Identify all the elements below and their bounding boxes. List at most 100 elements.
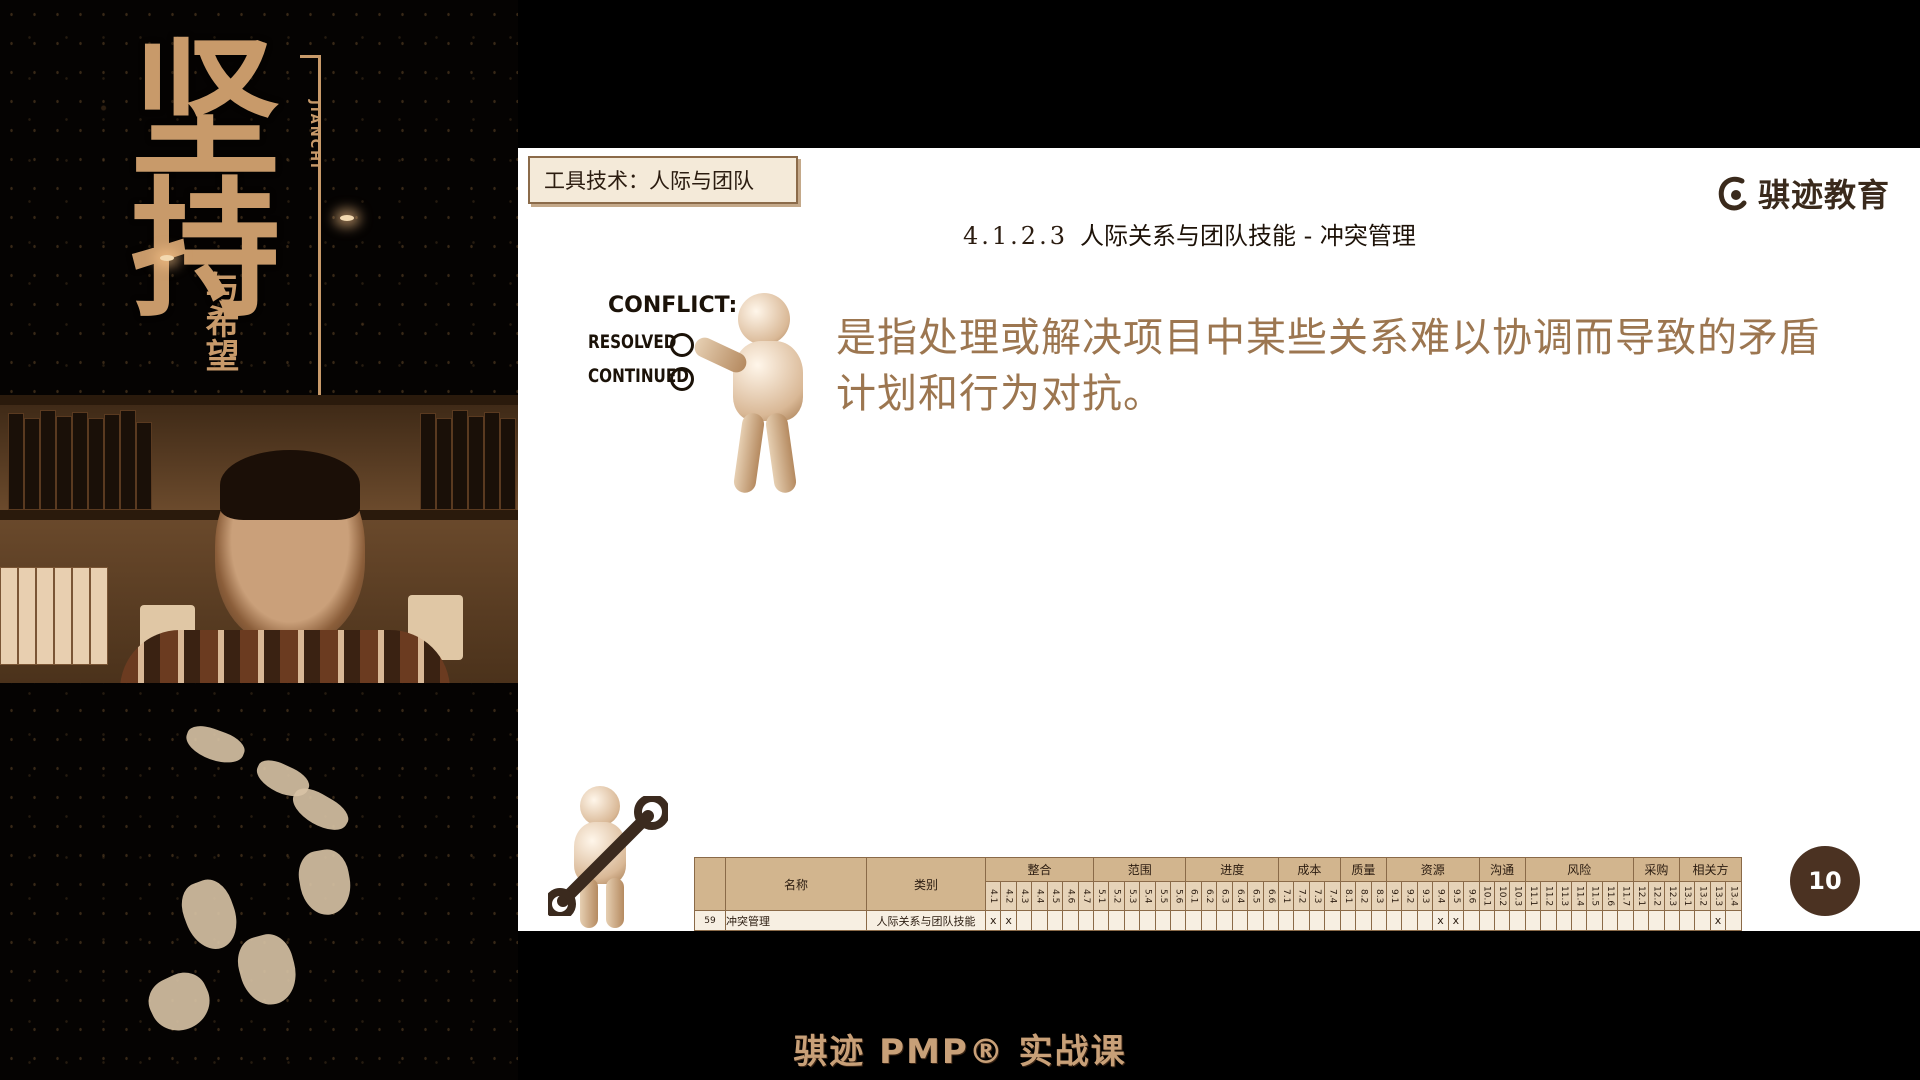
table-process-header: 10.2 [1493,880,1511,912]
table-name-header: 名称 [725,856,867,912]
table-cell [1046,910,1064,931]
table-process-header: 7.3 [1308,880,1326,912]
table-cell [1092,910,1110,931]
presenter-shirt [120,630,450,683]
table-cell [1370,910,1387,931]
table-process-header: 5.3 [1123,880,1141,912]
conflict-illustration: CONFLICT: RESOLVED CONTINUED [588,283,828,495]
table-cell: x [1000,910,1017,931]
table-cell [1478,910,1495,931]
table-process-header: 5.1 [1092,880,1110,912]
table-group-header: 成本 [1278,857,1341,882]
poster-title: 坚持 [105,30,281,310]
table-cell [1185,910,1202,931]
table-cell [1586,910,1603,931]
conflict-title: CONFLICT: [608,293,738,318]
table-cell [1262,910,1280,931]
table-process-header: 7.4 [1324,880,1341,912]
table-cell [1123,910,1141,931]
table-cell [1355,910,1372,931]
table-cell [1725,910,1742,931]
table-cell [1339,910,1357,931]
table-cell [1555,910,1573,931]
table-cell [1401,910,1418,931]
course-caption: 骐迹 PMP® 实战课 [793,1032,1127,1072]
table-process-header: 7.2 [1293,880,1310,912]
table-row-index: 59 [694,910,726,931]
table-process-header: 11.1 [1524,880,1542,912]
table-process-header: 6.2 [1200,880,1218,912]
table-process-header: 10.3 [1509,880,1526,912]
table-process-header: 5.4 [1139,880,1156,912]
table-group-header: 范围 [1092,857,1187,882]
page-number-badge: 10 [1790,846,1860,916]
poster-pinyin: JIANCHI [307,100,322,170]
table-cell [1015,910,1033,931]
table-group-header-row: 名称 类别 整合 范围 进度 成本 质量 资源 沟通 风险 采购 相关方 [694,856,1743,912]
section-title: 人际关系与团队技能 - 冲突管理 [1079,222,1416,250]
table-process-header: 4.3 [1015,880,1033,912]
table-process-header: 13.1 [1678,880,1696,912]
table-process-header: 8.1 [1339,880,1357,912]
table-process-header: 6.4 [1231,880,1249,912]
table-process-header: 13.2 [1694,880,1711,912]
table-process-header: 7.1 [1278,880,1295,912]
table-process-header: 4.1 [984,880,1002,912]
table-group-header: 进度 [1185,857,1280,882]
definition-text: 是指处理或解决项目中某些关系难以协调而导致的矛盾计划和行为对抗。 [836,315,1820,417]
table-process-header: 5.2 [1108,880,1125,912]
table-cell [1062,910,1079,931]
table-process-header: 6.3 [1216,880,1233,912]
table-cell [1509,910,1526,931]
table-process-header: 4.7 [1077,880,1094,912]
table-process-header: 6.5 [1247,880,1264,912]
table-row-category: 人际关系与团队技能 [866,910,986,931]
table-cell [1154,910,1172,931]
table-cell [1385,910,1403,931]
table-cell [1648,910,1665,931]
table-cell [1139,910,1156,931]
table-cell [1524,910,1542,931]
presenter-hair [220,450,360,520]
table-process-header: 5.6 [1170,880,1187,912]
wrench-icon [548,796,668,916]
table-process-header: 9.2 [1401,880,1418,912]
table-group-header: 风险 [1524,857,1634,882]
spark-light [160,255,174,261]
table-cell [1247,910,1264,931]
logo-mark-icon [1718,176,1747,211]
section-number: 4.1.2.3 [963,222,1068,250]
table-cell: x [1432,910,1449,931]
table-process-header: 9.6 [1463,880,1480,912]
table-process-header: 4.2 [1000,880,1017,912]
spark-light [340,215,354,221]
table-cell [1663,910,1680,931]
table-process-header: 12.3 [1663,880,1680,912]
checkbox-circle-icon [670,367,694,391]
table-process-header: 8.3 [1370,880,1387,912]
table-process-header: 11.7 [1617,880,1634,912]
table-process-header: 11.3 [1555,880,1573,912]
book-row [0,565,150,665]
table-cell [1231,910,1249,931]
table-process-header: 9.1 [1385,880,1403,912]
table-cell: x [1447,910,1465,931]
table-cell [1601,910,1619,931]
table-cell [1170,910,1187,931]
webcam-feed [0,395,518,683]
table-group-header: 整合 [985,857,1094,882]
table-process-header: 9.5 [1447,880,1465,912]
table-process-header: 10.1 [1478,880,1495,912]
table-process-header: 12.2 [1648,880,1665,912]
table-cell [1416,910,1434,931]
table-process-header: 4.5 [1046,880,1064,912]
table-process-header: 13.3 [1709,880,1727,912]
table-cell [1463,910,1480,931]
table-cell [1493,910,1511,931]
checkbox-circle-icon [670,333,694,357]
table-category-header: 类别 [866,856,986,912]
table-row-name: 冲突管理 [725,910,867,931]
table-process-header: 4.4 [1031,880,1048,912]
table-process-header: 9.4 [1432,880,1449,912]
topic-tab-label: 工具技术：人际与团队 [544,169,754,193]
